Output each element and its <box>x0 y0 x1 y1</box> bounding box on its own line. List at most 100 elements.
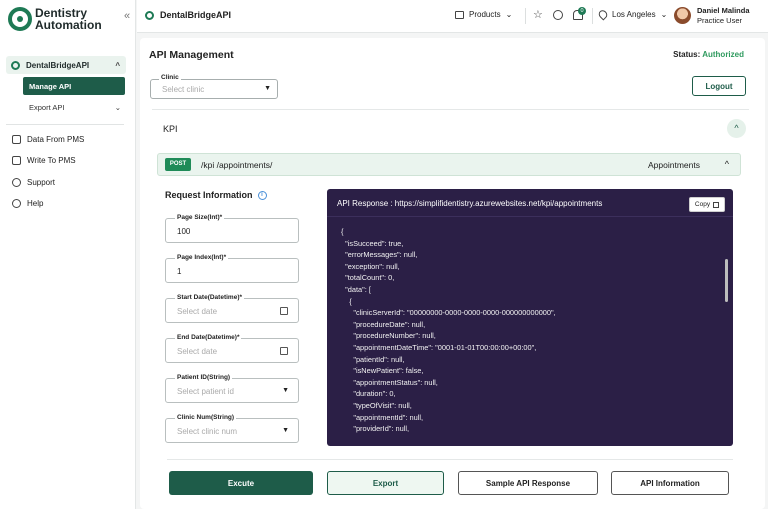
divider <box>167 459 733 460</box>
execute-button[interactable]: Excute <box>169 471 313 495</box>
field-value: 1 <box>177 267 182 276</box>
field-placeholder: Select clinic num <box>177 427 238 436</box>
sidebar-item-label: Export API <box>29 102 65 112</box>
page-title: API Management <box>149 49 234 61</box>
top-bar: DentalBridgeAPI Products ⌄ ☆ 0 Los Angel… <box>137 0 768 33</box>
chevron-down-icon: ⌄ <box>505 10 513 19</box>
field-placeholder: Select patient id <box>177 387 234 396</box>
api-response-panel: API Response : https://simplifidentistry… <box>327 189 733 446</box>
box-icon <box>455 10 464 19</box>
info-icon[interactable]: i <box>257 190 267 200</box>
sidebar-item-data-from-pms[interactable]: Data From PMS <box>12 135 84 144</box>
sidebar-item-export-api[interactable]: Export API ⌄ <box>23 98 125 116</box>
status-badge: Authorized <box>702 50 744 59</box>
copy-button[interactable]: Copy <box>689 197 725 212</box>
calendar-icon[interactable] <box>280 347 288 355</box>
star-icon[interactable]: ☆ <box>533 10 543 21</box>
location-pin-icon <box>596 8 610 21</box>
products-label: Products <box>469 10 501 19</box>
section-title: KPI <box>163 124 178 134</box>
location-dropdown[interactable]: Los Angeles ⌄ <box>596 8 668 21</box>
field-label: Start Date(Datetime)* <box>175 294 245 301</box>
user-info[interactable]: Daniel Malinda Practice User <box>697 6 750 26</box>
support-icon <box>12 178 21 187</box>
logo[interactable]: Dentistry Automation <box>8 7 102 31</box>
sidebar-item-label: Write To PMS <box>27 156 76 165</box>
chevron-down-icon: ⌄ <box>114 102 121 112</box>
field-label: Page Size(Int)* <box>175 214 225 221</box>
field-label: End Date(Datetime)* <box>175 334 242 341</box>
sidebar: Dentistry Automation « DentalBridgeAPI ^… <box>0 0 136 509</box>
field-label: Patient ID(String) <box>175 374 233 381</box>
response-url: API Response : https://simplifidentistry… <box>337 199 603 208</box>
top-bar-app-title: DentalBridgeAPI <box>145 10 231 20</box>
help-icon <box>12 199 21 208</box>
api-icon <box>11 60 20 70</box>
method-badge: POST <box>165 158 191 171</box>
api-icon <box>145 10 154 20</box>
chevron-down-icon: ⌄ <box>660 10 668 19</box>
response-body[interactable]: { "isSucceed": true, "errorMessages": nu… <box>341 226 556 435</box>
divider <box>525 8 526 24</box>
clinic-num-select[interactable]: Clinic Num(String) Select clinic num ▼ <box>165 414 299 443</box>
main-panel: API Management Status: Authorized Clinic… <box>140 38 765 509</box>
nav-group-dentalbridgeapi: DentalBridgeAPI ^ Manage API Export API … <box>6 56 126 116</box>
patient-id-select[interactable]: Patient ID(String) Select patient id ▼ <box>165 374 299 403</box>
end-date-field[interactable]: End Date(Datetime)* Select date <box>165 334 299 363</box>
field-value: 100 <box>177 227 191 236</box>
sidebar-item-label: Support <box>27 178 56 187</box>
caret-down-icon: ▼ <box>264 85 271 92</box>
avatar[interactable] <box>674 7 691 24</box>
request-info-title: Request Information i <box>165 190 267 200</box>
user-role: Practice User <box>697 16 743 25</box>
page-index-field[interactable]: Page Index(Int)* 1 <box>165 254 299 283</box>
copy-icon <box>713 201 720 208</box>
sidebar-item-manage-api[interactable]: Manage API <box>23 77 125 95</box>
products-dropdown[interactable]: Products ⌄ <box>455 10 512 19</box>
chevron-up-icon[interactable]: ^ <box>725 159 729 169</box>
database-icon <box>12 135 21 144</box>
field-placeholder: Select date <box>177 307 218 316</box>
caret-down-icon: ▼ <box>282 427 289 434</box>
collapse-sidebar-icon[interactable]: « <box>124 10 130 22</box>
start-date-field[interactable]: Start Date(Datetime)* Select date <box>165 294 299 323</box>
sidebar-divider <box>6 124 124 125</box>
notification-badge: 0 <box>578 7 586 15</box>
api-information-button[interactable]: API Information <box>611 471 729 495</box>
gear-icon[interactable] <box>553 10 563 20</box>
logout-button[interactable]: Logout <box>692 76 746 96</box>
sidebar-item-support[interactable]: Support <box>12 178 55 187</box>
endpoint-name: Appointments <box>648 160 700 170</box>
chevron-up-icon[interactable]: ^ <box>727 119 746 138</box>
calendar-icon[interactable] <box>280 307 288 315</box>
clinic-label: Clinic <box>159 74 181 81</box>
kpi-section-header[interactable]: KPI ^ <box>152 109 749 147</box>
logo-text-line2: Automation <box>35 18 102 32</box>
sample-api-response-button[interactable]: Sample API Response <box>458 471 598 495</box>
endpoint-row[interactable]: POST /kpi /appointments/ Appointments ^ <box>157 153 741 176</box>
clinic-placeholder: Select clinic <box>162 85 205 94</box>
status-indicator: Status: Authorized <box>673 50 744 59</box>
sidebar-item-label: Data From PMS <box>27 135 85 144</box>
location-label: Los Angeles <box>612 10 656 19</box>
divider <box>592 8 593 24</box>
sidebar-item-label: Help <box>27 199 44 208</box>
field-placeholder: Select date <box>177 347 218 356</box>
clinic-select[interactable]: Clinic Select clinic ▼ <box>150 74 278 99</box>
nav-group-header[interactable]: DentalBridgeAPI ^ <box>6 56 126 74</box>
field-label: Page Index(Int)* <box>175 254 229 261</box>
sidebar-item-help[interactable]: Help <box>12 199 43 208</box>
divider <box>327 216 733 217</box>
logo-icon <box>8 7 32 31</box>
export-button[interactable]: Export <box>327 471 444 495</box>
sidebar-item-write-to-pms[interactable]: Write To PMS <box>12 156 76 165</box>
scrollbar[interactable] <box>725 259 728 302</box>
user-name: Daniel Malinda <box>697 6 750 15</box>
page-size-field[interactable]: Page Size(Int)* 100 <box>165 214 299 243</box>
caret-down-icon: ▼ <box>282 387 289 394</box>
status-label: Status: <box>673 50 701 59</box>
chevron-up-icon: ^ <box>115 60 120 70</box>
nav-group-label: DentalBridgeAPI <box>26 60 90 70</box>
edit-icon <box>12 156 21 165</box>
endpoint-path: /kpi /appointments/ <box>201 160 273 170</box>
